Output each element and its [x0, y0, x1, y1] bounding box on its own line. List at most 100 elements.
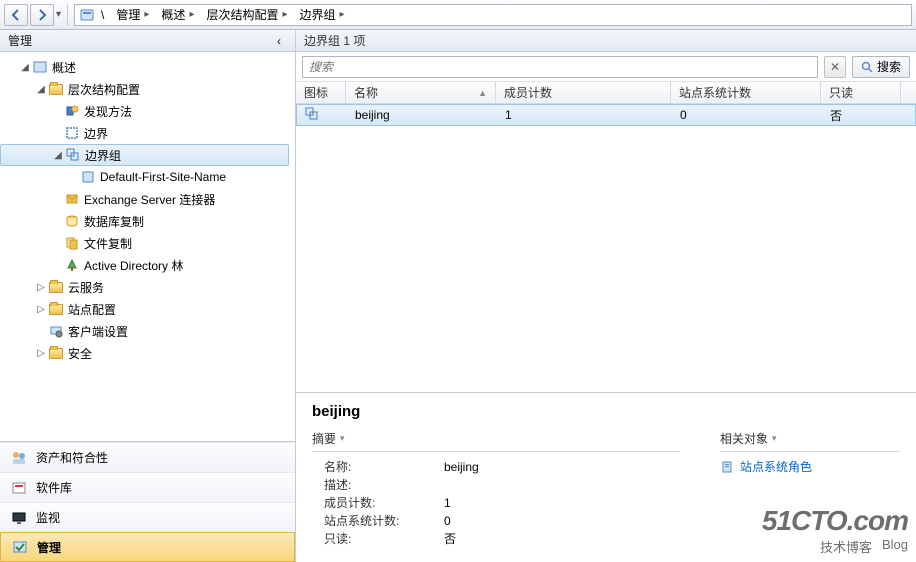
twisty-icon[interactable]: ◢ [34, 84, 48, 95]
chevron-down-icon[interactable]: ▾ [772, 433, 777, 444]
tree-label: Exchange Server 连接器 [84, 191, 215, 208]
folder-icon [48, 279, 64, 295]
field-name-val: beijing [444, 458, 479, 476]
left-panel-header: 管理 ‹ [0, 30, 295, 52]
table-row[interactable]: beijing 1 0 否 [296, 104, 916, 126]
nav-admin[interactable]: 管理 [0, 532, 295, 562]
twisty-icon[interactable]: ▷ [34, 282, 48, 293]
list-header: 边界组 1 项 [296, 30, 916, 52]
field-members-key: 成员计数: [324, 494, 444, 512]
row-sites-cell: 0 [672, 108, 822, 122]
col-members[interactable]: 成员计数 [496, 82, 671, 103]
tree-cloud[interactable]: ▷ 云服务 [0, 276, 295, 298]
field-name-key: 名称: [324, 458, 444, 476]
folder-icon [48, 301, 64, 317]
x-icon: ✕ [830, 60, 840, 74]
row-members-cell: 1 [497, 108, 672, 122]
folder-icon [48, 81, 64, 97]
tree-boundary[interactable]: 边界 [0, 122, 295, 144]
summary-label: 摘要▾ [312, 430, 680, 452]
file-copy-icon [64, 235, 80, 251]
col-name[interactable]: 名称▲ [346, 82, 496, 103]
tree-ad-forest[interactable]: Active Directory 林 [0, 254, 295, 276]
field-sites-key: 站点系统计数: [324, 512, 444, 530]
nav-assets[interactable]: 资产和符合性 [0, 442, 295, 472]
tree-overview[interactable]: ◢ 概述 [0, 56, 295, 78]
history-dropdown-icon[interactable]: ▾ [56, 9, 61, 20]
server-icon [720, 460, 734, 474]
search-box[interactable] [302, 56, 818, 78]
nav-monitor[interactable]: 监视 [0, 502, 295, 532]
breadcrumb-item[interactable]: 管理▸ [112, 6, 155, 23]
search-button-label: 搜索 [877, 58, 901, 75]
collapse-left-icon[interactable]: ‹ [271, 33, 287, 49]
ad-forest-icon [64, 257, 80, 273]
database-icon [64, 213, 80, 229]
row-name-cell: beijing [347, 108, 497, 122]
tree-label: 层次结构配置 [68, 81, 140, 98]
link-label: 站点系统角色 [740, 458, 812, 475]
search-button[interactable]: 搜索 [852, 56, 910, 78]
chevron-right-icon: ▸ [340, 9, 345, 20]
tree-client-settings[interactable]: 客户端设置 [0, 320, 295, 342]
tree-file-copy[interactable]: 文件复制 [0, 232, 295, 254]
twisty-icon[interactable]: ▷ [34, 304, 48, 315]
col-icon[interactable]: 图标 [296, 82, 346, 103]
details-pane: beijing 摘要▾ 名称:beijing 描述: 成员计数:1 站点系统计数… [296, 392, 916, 562]
twisty-icon[interactable]: ◢ [51, 150, 65, 161]
breadcrumb-sep: \ [97, 8, 110, 22]
related-label: 相关对象▾ [720, 430, 900, 452]
related-section: 相关对象▾ 站点系统角色 [720, 430, 900, 548]
nav-label: 软件库 [36, 479, 72, 496]
search-icon [861, 61, 873, 73]
back-button[interactable] [4, 4, 28, 26]
site-role-link[interactable]: 站点系统角色 [720, 458, 900, 475]
field-members-val: 1 [444, 494, 451, 512]
sort-asc-icon: ▲ [478, 88, 487, 98]
tree-site-config[interactable]: ▷站点配置 [0, 298, 295, 320]
twisty-icon[interactable]: ▷ [34, 348, 48, 359]
field-readonly-key: 只读: [324, 530, 444, 548]
tree-label: Default-First-Site-Name [100, 170, 226, 184]
software-icon [10, 479, 28, 497]
tree-boundary-group[interactable]: ◢边界组 [0, 144, 289, 166]
assets-icon [10, 449, 28, 467]
breadcrumb[interactable]: \ 管理▸ 概述▸ 层次结构配置▸ 边界组▸ [74, 4, 912, 26]
tree-db-copy[interactable]: 数据库复制 [0, 210, 295, 232]
nav-label: 资产和符合性 [36, 449, 108, 466]
right-panel: 边界组 1 项 ✕ 搜索 图标 名称▲ 成员计数 站点系统计数 只读 beiji… [296, 30, 916, 562]
boundary-icon [64, 125, 80, 141]
discovery-icon [64, 103, 80, 119]
chevron-right-icon: ▸ [282, 9, 287, 20]
tree-hierarchy[interactable]: ◢ 层次结构配置 [0, 78, 295, 100]
tree-label: 云服务 [68, 279, 104, 296]
tree-discovery[interactable]: 发现方法 [0, 100, 295, 122]
nav-tree: ◢ 概述 ◢ 层次结构配置 发现方法 边界 ◢边界组 Default-First-S… [0, 52, 295, 441]
breadcrumb-item[interactable]: 概述▸ [157, 6, 200, 23]
admin-icon [11, 538, 29, 556]
nav-software[interactable]: 软件库 [0, 472, 295, 502]
tree-security[interactable]: ▷ 安全 [0, 342, 295, 364]
folder-icon [48, 345, 64, 361]
twisty-icon[interactable]: ◢ [18, 62, 32, 73]
tree-label: 文件复制 [84, 235, 132, 252]
col-readonly[interactable]: 只读 [821, 82, 901, 103]
tree-label: Active Directory 林 [84, 257, 183, 274]
tree-exchange[interactable]: Exchange Server 连接器 [0, 188, 295, 210]
breadcrumb-item[interactable]: 边界组▸ [296, 6, 351, 23]
chevron-right-icon: ▸ [144, 9, 149, 20]
search-input[interactable] [303, 60, 817, 74]
forward-button[interactable] [30, 4, 54, 26]
tree-default-site[interactable]: Default-First-Site-Name [0, 166, 295, 188]
breadcrumb-item[interactable]: 层次结构配置▸ [202, 6, 293, 23]
top-toolbar: ▾ \ 管理▸ 概述▸ 层次结构配置▸ 边界组▸ [0, 0, 916, 30]
tree-label: 概述 [52, 59, 76, 76]
exchange-icon [64, 191, 80, 207]
details-title: beijing [312, 403, 900, 420]
col-sites[interactable]: 站点系统计数 [671, 82, 821, 103]
tree-label: 安全 [68, 345, 92, 362]
nav-label: 监视 [36, 509, 60, 526]
tree-label: 发现方法 [84, 103, 132, 120]
clear-search-button[interactable]: ✕ [824, 56, 846, 78]
chevron-down-icon[interactable]: ▾ [340, 433, 345, 444]
